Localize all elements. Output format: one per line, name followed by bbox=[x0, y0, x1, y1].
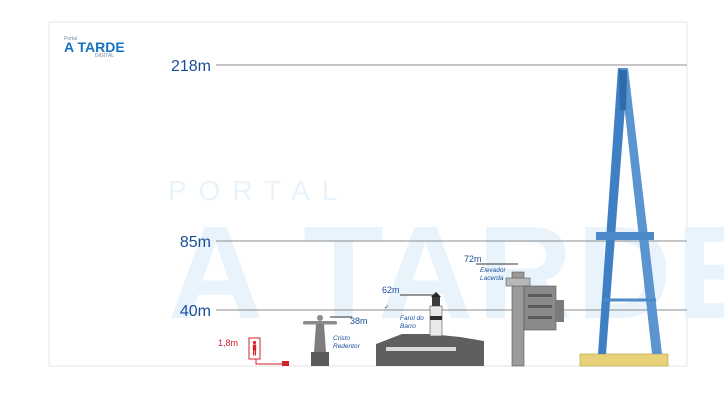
tick-label-85: 85m bbox=[180, 234, 211, 251]
farol-name-line2: Barro bbox=[400, 323, 416, 330]
cristo-head bbox=[317, 315, 323, 321]
farol-value-label: 62m bbox=[382, 285, 400, 295]
elevador-name-line2: Lacerda bbox=[480, 275, 504, 282]
farol-fort-wall bbox=[386, 347, 456, 351]
cristo-body bbox=[314, 324, 326, 352]
elevador-window-row-3 bbox=[528, 316, 552, 319]
tick-label-40: 40m bbox=[180, 303, 211, 320]
elevador-value-label: 72m bbox=[464, 254, 482, 264]
tick-label-218: 218m bbox=[171, 58, 211, 75]
cristo-pedestal bbox=[311, 352, 329, 366]
cristo-value-label: 38m bbox=[350, 316, 368, 326]
ponte-crossbeam bbox=[596, 232, 654, 240]
ponte-top-joint bbox=[619, 70, 627, 110]
person-leg-right bbox=[254, 350, 256, 356]
chart-canvas: PORTAL A TARDE Portal A TARDE DIGITAL 21… bbox=[48, 21, 724, 367]
elevador-window-row bbox=[528, 294, 552, 297]
person-value-label: 1,8m bbox=[218, 338, 238, 348]
person-scale-mark bbox=[282, 361, 289, 366]
cristo-arms bbox=[303, 321, 337, 325]
farol-lantern bbox=[432, 297, 440, 306]
elevador-window-row-2 bbox=[528, 305, 552, 308]
elevador-bridge bbox=[556, 300, 564, 322]
cristo-name-line1: Cristo bbox=[333, 335, 350, 342]
bird-glyph: ✓ bbox=[384, 305, 389, 311]
person-head bbox=[252, 340, 257, 345]
person-body bbox=[252, 344, 257, 351]
person-leg-left bbox=[253, 350, 255, 356]
logo-tag: DIGITAL bbox=[95, 53, 114, 59]
farol-tower bbox=[429, 305, 443, 337]
farol-name-line1: Farol do bbox=[400, 315, 424, 322]
farol-tower-band bbox=[430, 316, 442, 320]
elevador-name-line1: Elevador bbox=[480, 267, 506, 274]
chart-stage: PORTAL A TARDE Portal A TARDE DIGITAL 21… bbox=[0, 0, 724, 407]
elevador-top-cap bbox=[505, 277, 531, 287]
cristo-name-line2: Redentor bbox=[333, 343, 361, 350]
ponte-base bbox=[579, 353, 669, 367]
